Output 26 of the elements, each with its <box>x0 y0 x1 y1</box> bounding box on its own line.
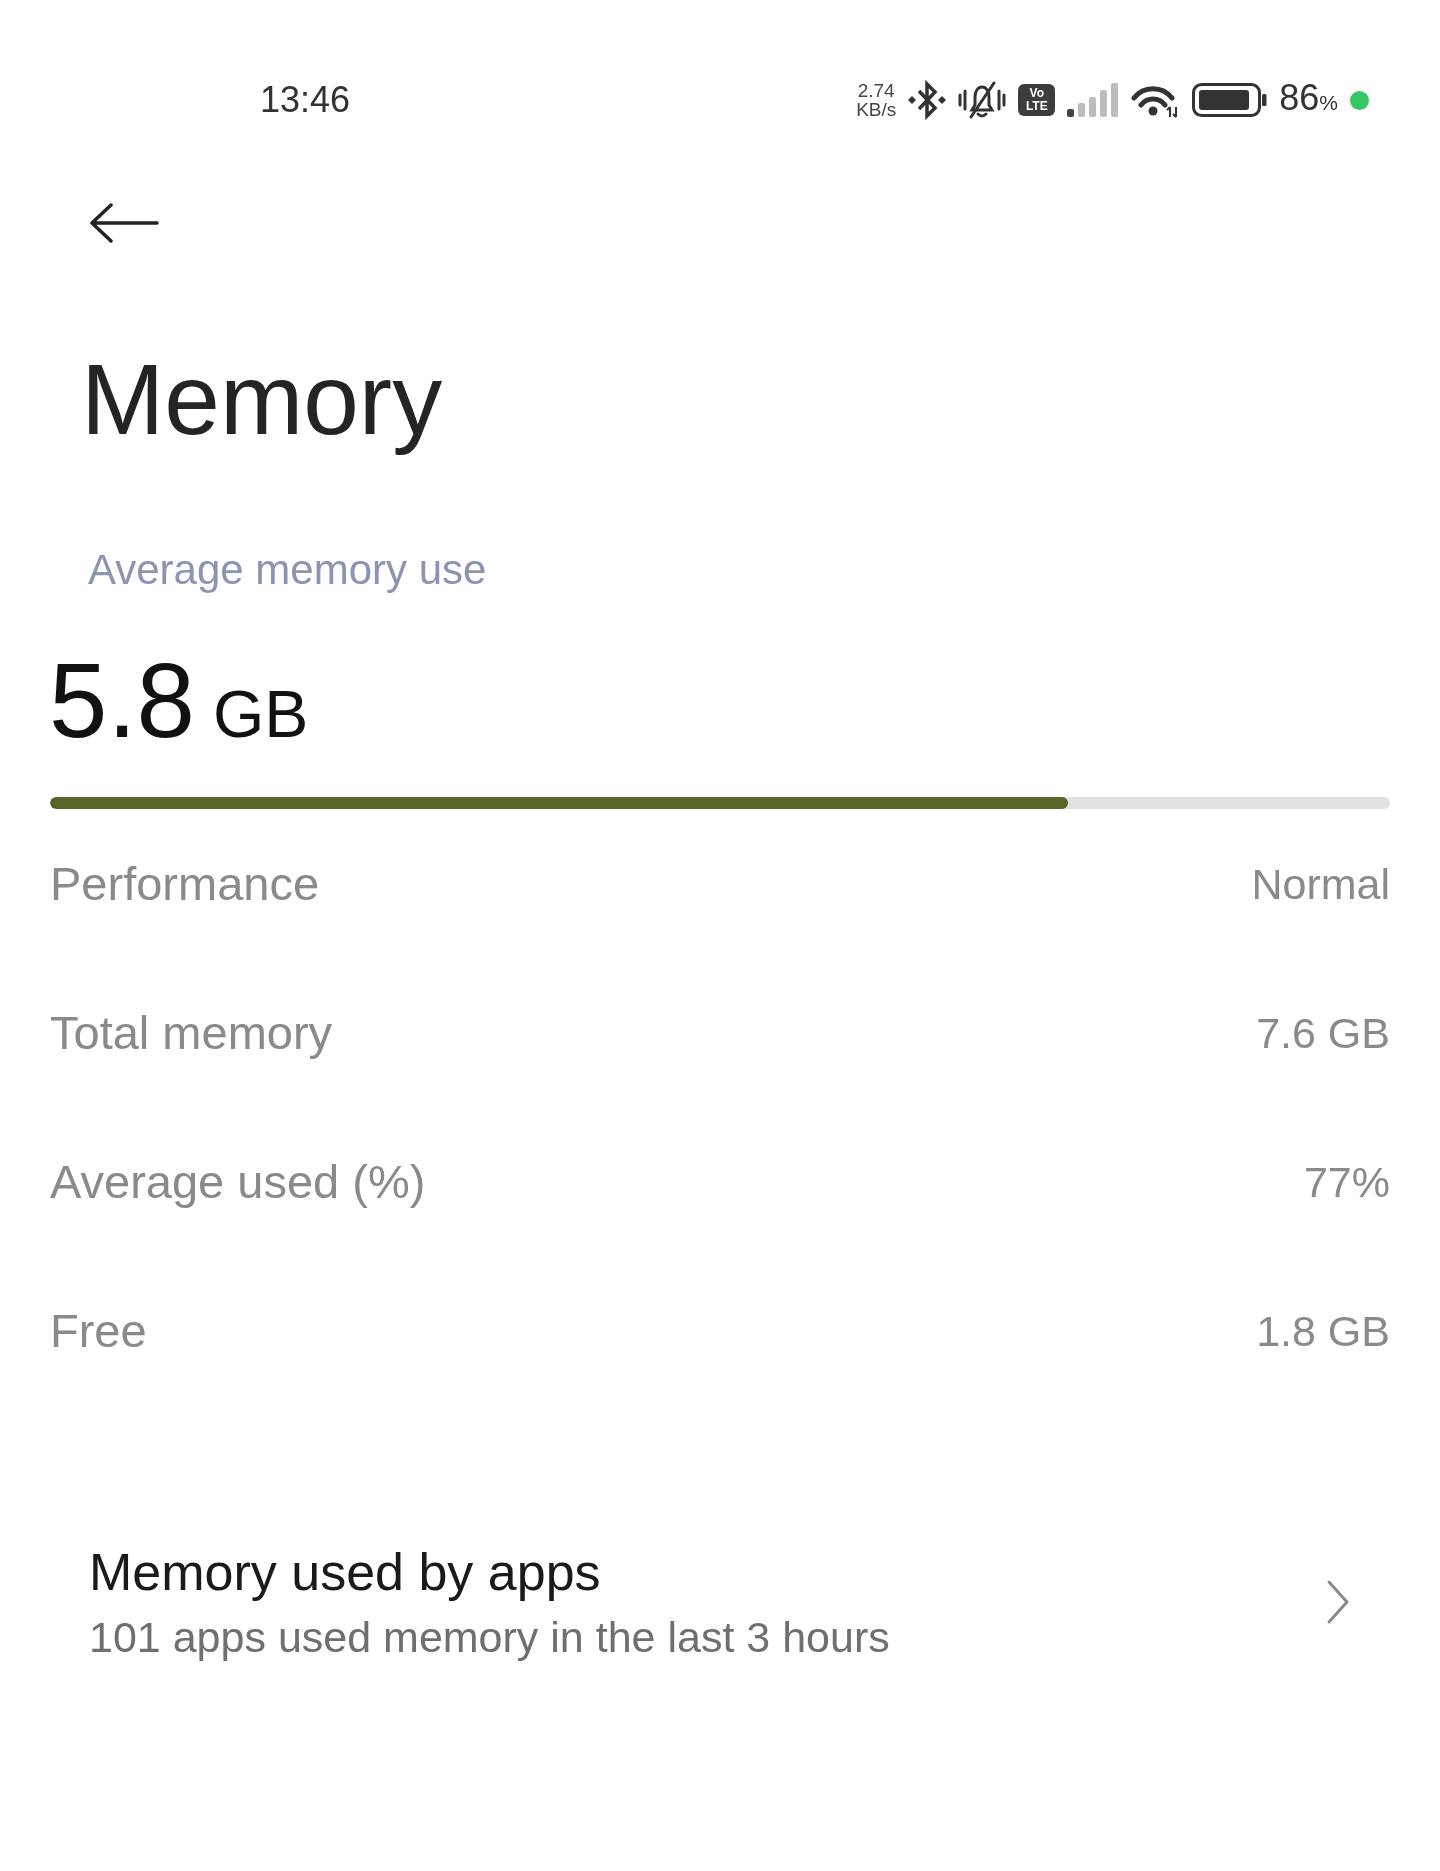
bell-slash-icon <box>958 79 1007 121</box>
volte-badge: Vo LTE <box>1018 84 1056 116</box>
indicator-dot-icon <box>1350 90 1369 110</box>
chevron-right-icon <box>1326 1578 1350 1625</box>
stat-value: 1.8 GB <box>1256 1305 1390 1357</box>
page-title: Memory <box>80 342 444 457</box>
stat-value: 77% <box>1303 1156 1390 1208</box>
usage-unit: GB <box>212 676 309 753</box>
list-item-subtitle: 101 apps used memory in the last 3 hours <box>89 1612 890 1662</box>
stat-value: 7.6 GB <box>1256 1007 1390 1059</box>
list-item-title[interactable]: Memory used by apps <box>89 1541 890 1603</box>
stat-label: Performance <box>50 855 320 912</box>
section-label: Average memory use <box>87 545 488 595</box>
usage-value: 5.8 <box>49 641 195 761</box>
stat-label: Total memory <box>50 1004 333 1061</box>
stat-label: Free <box>50 1302 147 1359</box>
battery-icon <box>1192 83 1268 117</box>
signal-bars-icon <box>1067 83 1120 117</box>
battery-percent: 86% <box>1279 77 1338 120</box>
stat-value: Normal <box>1251 858 1390 910</box>
stat-label: Average used (%) <box>50 1153 426 1210</box>
network-speed-value: 2.74 <box>857 81 895 100</box>
bluetooth-icon <box>908 79 947 121</box>
back-arrow-icon[interactable] <box>89 203 159 243</box>
status-time: 13:46 <box>260 78 351 122</box>
network-speed-unit: KB/s <box>856 100 897 119</box>
